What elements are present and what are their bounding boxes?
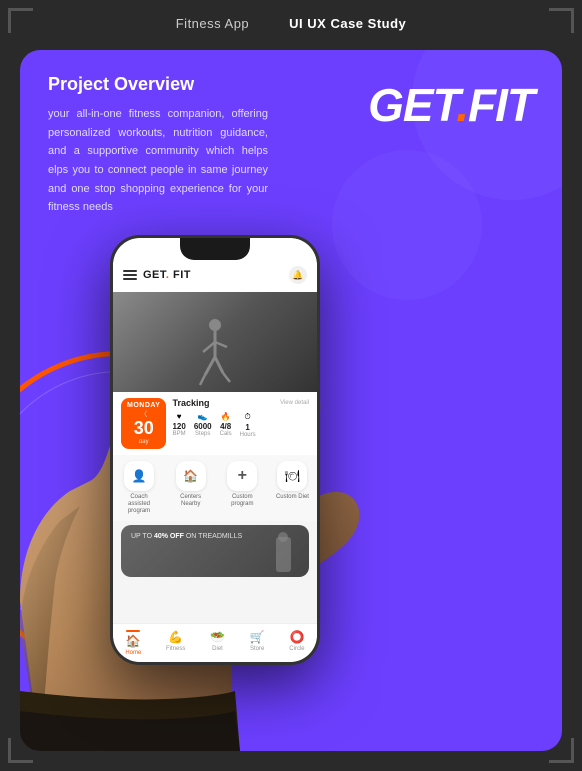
tracking-section: Monday 〈 30 day Tracking View detail ♥ 1… [113, 392, 317, 455]
circle-nav-icon: ⭕ [289, 630, 304, 644]
getfit-logo-text: GET.FIT [368, 78, 534, 132]
tracking-stats: ♥ 120 BPM 👟 6000 Steps 🔥 4/8 Cals [172, 412, 309, 438]
corner-decoration-br [542, 731, 582, 771]
diet-nav-label: Diet [212, 646, 223, 652]
nav-store[interactable]: 🛒 Store [250, 630, 265, 656]
view-detail[interactable]: View detail [280, 400, 309, 406]
hours-value: 1 [240, 423, 256, 432]
bpm-value: 120 [172, 422, 185, 431]
steps-value: 6000 [194, 422, 212, 431]
promo-discount: 40% OFF [154, 533, 184, 540]
circle-nav-label: Circle [289, 646, 304, 652]
home-nav-icon: 🏠 [126, 634, 141, 648]
monday-box: Monday 〈 30 day [121, 398, 166, 449]
app-header-left: GET. FIT [123, 269, 191, 281]
stat-bpm: ♥ 120 BPM [172, 412, 185, 438]
fitness-nav-label: Fitness [166, 646, 185, 652]
hamburger-line-3 [123, 278, 137, 280]
getfit-logo: GET.FIT [368, 78, 534, 132]
running-figure [195, 317, 235, 392]
centers-label: Centers Nearby [173, 494, 209, 508]
nav-diet[interactable]: 🥗 Diet [210, 630, 225, 656]
corner-decoration-tr [542, 0, 582, 40]
cals-value: 4/8 [220, 422, 232, 431]
header-fitness-app[interactable]: Fitness App [176, 16, 249, 31]
custom-program-label: Custom program [224, 494, 260, 508]
hamburger-line-1 [123, 270, 137, 272]
day-sub: day [127, 439, 160, 445]
stat-steps: 👟 6000 Steps [194, 412, 212, 438]
diet-nav-icon: 🥗 [210, 630, 225, 644]
hamburger-line-2 [123, 274, 137, 276]
promo-text: UP TO 40% OFF ON TREADMILLS [131, 533, 299, 540]
diet-label: Custom Diet [276, 494, 309, 501]
store-nav-label: Store [250, 646, 264, 652]
nav-home[interactable]: 🏠 Home [125, 630, 141, 656]
heart-icon: ♥ [172, 412, 185, 421]
phone-screen: GET. FIT 🔔 [113, 238, 317, 662]
nav-circle[interactable]: ⭕ Circle [289, 630, 304, 656]
fitness-nav-icon: 💪 [168, 630, 183, 644]
stat-hours: ⏱ 1 Hours [240, 412, 256, 438]
tracking-header: Tracking View detail [172, 398, 309, 408]
steps-icon: 👟 [194, 412, 212, 421]
project-overview-section: Project Overview your all-in-one fitness… [48, 74, 268, 217]
hours-label: Hours [240, 432, 256, 438]
stat-cals: 🔥 4/8 Cals [220, 412, 232, 438]
header-case-study[interactable]: UI UX Case Study [289, 16, 406, 31]
bpm-label: BPM [172, 431, 185, 437]
bell-icon[interactable]: 🔔 [289, 266, 307, 284]
logo-dot: . [456, 79, 468, 131]
bottom-nav: 🏠 Home 💪 Fitness 🥗 Diet 🛒 Store ⭕ [113, 623, 317, 662]
hours-icon: ⏱ [240, 412, 256, 422]
tracking-right: Tracking View detail ♥ 120 BPM 👟 6000 St… [172, 398, 309, 438]
action-custom-program[interactable]: + Custom program [224, 461, 260, 516]
tracking-label: Tracking [172, 398, 209, 408]
store-nav-icon: 🛒 [250, 630, 265, 644]
home-nav-label: Home [125, 650, 141, 656]
day-label: Monday [127, 402, 160, 409]
day-number: 30 [127, 419, 160, 439]
quick-actions: 👤 Coach assisted program 🏠 Centers Nearb… [113, 455, 317, 522]
steps-label: Steps [194, 431, 212, 437]
custom-program-icon: + [227, 461, 257, 491]
corner-decoration-tl [0, 0, 40, 40]
hero-image [113, 292, 317, 392]
page-header: Fitness App UI UX Case Study [0, 0, 582, 41]
centers-icon: 🏠 [176, 461, 206, 491]
logo-get: GET [368, 79, 456, 131]
phone-notch [180, 238, 250, 260]
project-overview-title: Project Overview [48, 74, 268, 95]
coach-label: Coach assisted program [121, 494, 157, 516]
cals-icon: 🔥 [220, 412, 232, 421]
nav-fitness[interactable]: 💪 Fitness [166, 630, 185, 656]
main-card: Project Overview your all-in-one fitness… [20, 50, 562, 751]
app-logo: GET. FIT [143, 269, 191, 281]
promo-banner[interactable]: UP TO 40% OFF ON TREADMILLS [121, 525, 309, 577]
action-diet[interactable]: 🍽 Custom Diet [276, 461, 309, 516]
action-centers[interactable]: 🏠 Centers Nearby [173, 461, 209, 516]
nav-active-dot [126, 630, 140, 632]
action-coach[interactable]: 👤 Coach assisted program [121, 461, 157, 516]
hamburger-icon[interactable] [123, 270, 137, 280]
cals-label: Cals [220, 431, 232, 437]
diet-icon: 🍽 [277, 461, 307, 491]
corner-decoration-bl [0, 731, 40, 771]
logo-fit: FIT [468, 79, 534, 131]
coach-icon: 👤 [124, 461, 154, 491]
phone-mockup: GET. FIT 🔔 [110, 235, 320, 665]
project-overview-text: your all-in-one fitness companion, offer… [48, 105, 268, 217]
